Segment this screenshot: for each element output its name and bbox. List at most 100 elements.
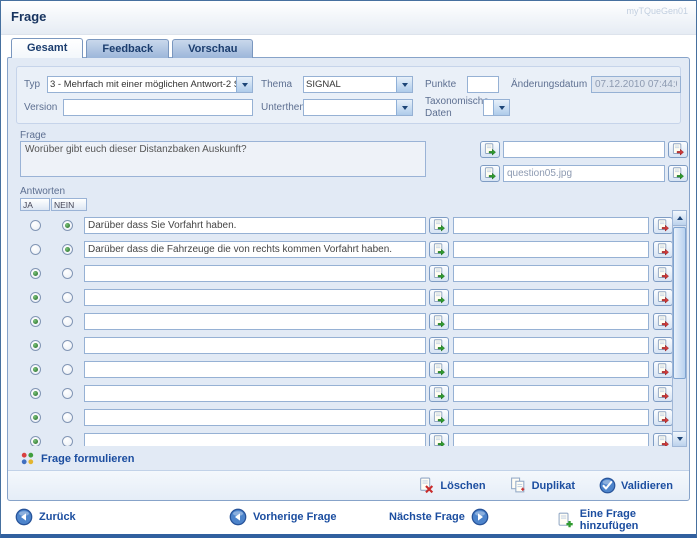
insert-media-icon xyxy=(433,267,446,280)
thema-dropdown-arrow-icon[interactable] xyxy=(396,77,412,92)
validieren-button[interactable]: Validieren xyxy=(599,477,673,494)
unterthema-dropdown-arrow-icon[interactable] xyxy=(396,100,412,115)
frage-image-filename-input[interactable] xyxy=(503,165,665,182)
answer-media-input[interactable] xyxy=(453,265,649,282)
frage-media-edit-button[interactable] xyxy=(480,141,500,158)
radio-ja[interactable] xyxy=(30,244,41,255)
radio-nein[interactable] xyxy=(62,364,73,375)
answer-media-edit-button[interactable] xyxy=(429,217,449,234)
answer-text-input[interactable] xyxy=(84,217,426,234)
remove-media-icon xyxy=(657,339,670,352)
radio-ja[interactable] xyxy=(30,292,41,303)
answer-media-input[interactable] xyxy=(453,241,649,258)
answer-media-remove-button[interactable] xyxy=(653,361,672,378)
radio-nein[interactable] xyxy=(62,436,73,446)
duplikat-button[interactable]: Duplikat xyxy=(510,477,575,494)
answer-text-input[interactable] xyxy=(84,361,426,378)
thema-select[interactable]: SIGNAL xyxy=(303,76,413,93)
answer-media-edit-button[interactable] xyxy=(429,409,449,426)
tabstrip: Gesamt Feedback Vorschau xyxy=(11,39,253,59)
remove-media-icon xyxy=(657,315,670,328)
answer-text-input[interactable] xyxy=(84,433,426,446)
radio-nein[interactable] xyxy=(62,292,73,303)
answers-scrollbar[interactable] xyxy=(672,210,687,447)
frage-image-remove-button[interactable] xyxy=(668,165,688,182)
radio-ja[interactable] xyxy=(30,316,41,327)
answer-media-remove-button[interactable] xyxy=(653,385,672,402)
answer-media-edit-button[interactable] xyxy=(429,265,449,282)
typ-label: Typ xyxy=(24,79,40,91)
answer-media-input[interactable] xyxy=(453,433,649,446)
answer-text-input[interactable] xyxy=(84,385,426,402)
taxonomische-select[interactable] xyxy=(483,99,510,116)
unterthema-select[interactable] xyxy=(303,99,413,116)
radio-ja[interactable] xyxy=(30,220,41,231)
answer-media-input[interactable] xyxy=(453,217,649,234)
answer-media-edit-button[interactable] xyxy=(429,337,449,354)
typ-dropdown-arrow-icon[interactable] xyxy=(236,77,252,92)
vorherige-frage-button[interactable]: Vorherige Frage xyxy=(229,508,337,526)
frage-media-url-input[interactable] xyxy=(503,141,665,158)
radio-nein[interactable] xyxy=(62,340,73,351)
answer-text-input[interactable] xyxy=(84,289,426,306)
answer-media-edit-button[interactable] xyxy=(429,313,449,330)
answer-media-edit-button[interactable] xyxy=(429,361,449,378)
answer-text-input[interactable] xyxy=(84,241,426,258)
answer-media-input[interactable] xyxy=(453,385,649,402)
tab-feedback[interactable]: Feedback xyxy=(86,39,169,58)
zurueck-button[interactable]: Zurück xyxy=(15,508,76,526)
version-input[interactable] xyxy=(63,99,253,116)
typ-select[interactable]: 3 - Mehrfach mit einer möglichen Antwort… xyxy=(47,76,253,93)
scrollbar-thumb[interactable] xyxy=(673,227,686,379)
answer-media-remove-button[interactable] xyxy=(653,409,672,426)
answer-media-remove-button[interactable] xyxy=(653,289,672,306)
loeschen-button[interactable]: Löschen xyxy=(418,477,485,494)
radio-ja[interactable] xyxy=(30,388,41,399)
frage-image-edit-button[interactable] xyxy=(480,165,500,182)
answer-text-input[interactable] xyxy=(84,313,426,330)
answer-media-remove-button[interactable] xyxy=(653,433,672,446)
answer-media-remove-button[interactable] xyxy=(653,217,672,234)
tab-gesamt[interactable]: Gesamt xyxy=(11,38,83,58)
answer-media-input[interactable] xyxy=(453,409,649,426)
radio-ja[interactable] xyxy=(30,412,41,423)
answer-media-input[interactable] xyxy=(453,337,649,354)
radio-nein[interactable] xyxy=(62,412,73,423)
radio-nein[interactable] xyxy=(62,244,73,255)
answer-text-input[interactable] xyxy=(84,265,426,282)
answer-media-edit-button[interactable] xyxy=(429,433,449,446)
answer-media-input[interactable] xyxy=(453,361,649,378)
answer-media-remove-button[interactable] xyxy=(653,265,672,282)
scroll-down-icon[interactable] xyxy=(673,431,686,446)
taxonomische-dropdown-arrow-icon[interactable] xyxy=(493,100,509,115)
scroll-up-icon[interactable] xyxy=(673,211,686,226)
radio-ja[interactable] xyxy=(30,436,41,446)
answer-media-edit-button[interactable] xyxy=(429,241,449,258)
radio-nein[interactable] xyxy=(62,316,73,327)
answer-media-input[interactable] xyxy=(453,313,649,330)
frage-textarea[interactable]: Worüber gibt euch dieser Distanzbaken Au… xyxy=(20,141,426,177)
eine-frage-hinzufuegen-label: Eine Frage hinzufügen xyxy=(580,508,696,532)
insert-media-icon xyxy=(433,243,446,256)
radio-ja[interactable] xyxy=(30,364,41,375)
tab-vorschau[interactable]: Vorschau xyxy=(172,39,253,58)
radio-ja[interactable] xyxy=(30,340,41,351)
answer-media-remove-button[interactable] xyxy=(653,313,672,330)
answer-text-input[interactable] xyxy=(84,337,426,354)
frage-formulieren-button[interactable]: Frage formulieren xyxy=(20,451,135,466)
radio-nein[interactable] xyxy=(62,388,73,399)
answer-media-edit-button[interactable] xyxy=(429,289,449,306)
answer-media-edit-button[interactable] xyxy=(429,385,449,402)
punkte-input[interactable] xyxy=(467,76,499,93)
frage-media-remove-button[interactable] xyxy=(668,141,688,158)
naechste-frage-button[interactable]: Nächste Frage xyxy=(389,508,489,526)
radio-nein[interactable] xyxy=(62,220,73,231)
answer-row xyxy=(20,238,672,262)
eine-frage-hinzufuegen-button[interactable]: Eine Frage hinzufügen xyxy=(557,508,696,532)
answer-text-input[interactable] xyxy=(84,409,426,426)
answer-media-remove-button[interactable] xyxy=(653,241,672,258)
answer-media-remove-button[interactable] xyxy=(653,337,672,354)
answer-media-input[interactable] xyxy=(453,289,649,306)
radio-ja[interactable] xyxy=(30,268,41,279)
radio-nein[interactable] xyxy=(62,268,73,279)
